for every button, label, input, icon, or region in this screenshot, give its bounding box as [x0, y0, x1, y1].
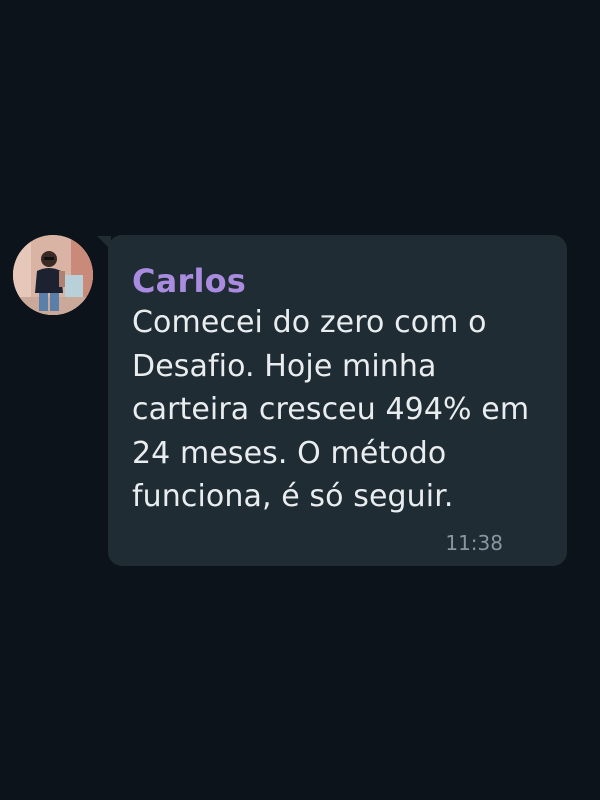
message-timestamp: 11:38 — [445, 531, 503, 555]
sender-name[interactable]: Carlos — [132, 263, 541, 299]
message-text: Comecei do zero com o Desafio. Hoje minh… — [132, 305, 530, 514]
avatar[interactable] — [13, 235, 93, 315]
user-photo-icon — [13, 235, 93, 315]
chat-screen: Carlos Comecei do zero com o Desafio. Ho… — [0, 0, 600, 800]
message-bubble[interactable]: Carlos Comecei do zero com o Desafio. Ho… — [108, 235, 567, 566]
